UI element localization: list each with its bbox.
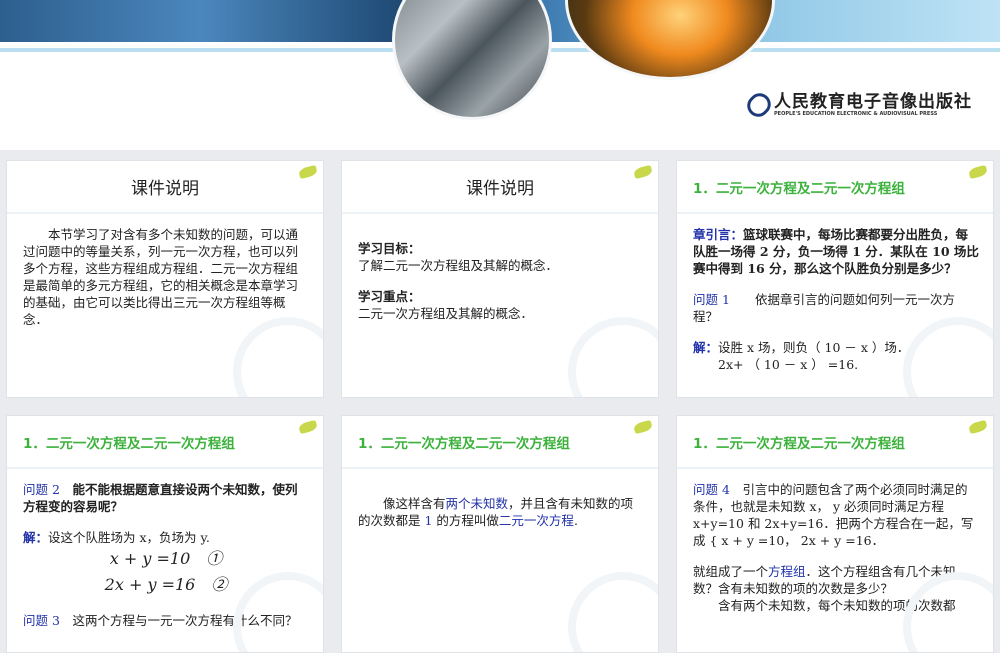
slide-thumbnail-4[interactable]: 1．二元一次方程及二元一次方程组 问题 2 能不能根据题意直接设两个未知数，使列方…: [6, 415, 324, 653]
slide-paragraph: 问题 2 能不能根据题意直接设两个未知数，使列方程变的容易呢？: [23, 481, 309, 515]
slide-thumbnail-3[interactable]: 1．二元一次方程及二元一次方程组章引言：篮球联赛中，每场比赛都要分出胜负，每队胜…: [676, 160, 994, 398]
text-run: 二元一次方程组及其解的概念．: [358, 306, 534, 321]
slide-header: 课件说明: [7, 161, 323, 214]
text-run: 学习重点：: [358, 289, 421, 304]
slide-title: 课件说明: [466, 179, 534, 199]
slide-header: 1．二元一次方程及二元一次方程组: [7, 416, 323, 469]
animation-star-icon: [633, 164, 653, 180]
text-run: 解：: [23, 530, 49, 545]
text-run: 能不能根据题意直接设两个未知数，使列方程变的容易呢？: [23, 482, 298, 514]
text-run: 学习目标：: [358, 241, 421, 256]
watermark-logo-icon: [568, 317, 658, 397]
text-run: 就组成了一个: [693, 564, 769, 579]
slide-paragraph: [693, 549, 979, 563]
slide-paragraph: 解：设这个队胜场为 x，负场为 y.: [23, 529, 309, 546]
slide-body: 像这样含有两个未知数，并且含有未知数的项的次数都是 1 的方程叫做二元一次方程.: [342, 469, 658, 529]
slide-header: 1．二元一次方程及二元一次方程组: [677, 416, 993, 469]
text-run: 问题 1: [693, 292, 730, 307]
text-run: 解：: [693, 340, 719, 355]
watermark-logo-icon: [568, 572, 658, 652]
slide-paragraph: 问题 4 引言中的问题包含了两个必须同时满足的条件，也就是未知数 x， y 必须…: [693, 481, 979, 549]
slide-paragraph: 学习目标：: [358, 240, 644, 257]
watermark-logo-icon: [233, 317, 323, 397]
text-run: 本节学习了对含有多个未知数的问题，可以通过问题中的等量关系，列一元一次方程，也可…: [23, 227, 299, 327]
slide-paragraph: 本节学习了对含有多个未知数的问题，可以通过问题中的等量关系，列一元一次方程，也可…: [23, 226, 309, 328]
text-run: 方程组: [768, 564, 806, 579]
slide-paragraph: 章引言：篮球联赛中，每场比赛都要分出胜负，每队胜一场得 2 分，负一场得 1 分…: [693, 226, 979, 277]
publisher-logo-icon: [742, 88, 776, 122]
slide-paragraph: 像这样含有两个未知数，并且含有未知数的项的次数都是 1 的方程叫做二元一次方程.: [358, 495, 644, 529]
slide-paragraph: [23, 515, 309, 529]
text-run: 章引言：: [693, 227, 744, 242]
slide-body: 本节学习了对含有多个未知数的问题，可以通过问题中的等量关系，列一元一次方程，也可…: [7, 214, 323, 328]
slide-paragraph: [358, 226, 644, 240]
slide-title: 1．二元一次方程及二元一次方程组: [693, 435, 905, 452]
text-run: 问题 4: [693, 482, 730, 497]
slide-header: 课件说明: [342, 161, 658, 214]
slide-paragraph: [358, 274, 644, 288]
slide-paragraph: [693, 277, 979, 291]
text-run: 2x + y =16 ②: [104, 575, 228, 594]
text-run: 2x+ （ 10 － x ） =16.: [718, 357, 859, 372]
text-run: 的方程叫做: [432, 513, 499, 528]
slide-title: 课件说明: [131, 179, 199, 199]
slide-title: 1．二元一次方程及二元一次方程组: [358, 435, 570, 452]
slide-paragraph: x + y =10 ①: [23, 546, 309, 572]
text-run: 设这个队胜场为 x，负场为 y.: [48, 530, 210, 545]
slide-paragraph: 了解二元一次方程组及其解的概念．: [358, 257, 644, 274]
slide-title: 1．二元一次方程及二元一次方程组: [23, 435, 235, 452]
text-run: 像这样含有: [383, 496, 446, 511]
slide-thumbnail-2[interactable]: 课件说明学习目标： 了解二元一次方程组及其解的概念． 学习重点： 二元一次方程组及其解…: [341, 160, 659, 398]
text-run: .: [573, 513, 578, 528]
slide-thumbnail-6[interactable]: 1．二元一次方程及二元一次方程组 问题 4 引言中的问题包含了两个必须同时满足的条…: [676, 415, 994, 653]
text-run: 问题 3: [23, 613, 60, 628]
slide-header: 1．二元一次方程及二元一次方程组: [342, 416, 658, 469]
slide-thumbnail-1[interactable]: 课件说明本节学习了对含有多个未知数的问题，可以通过问题中的等量关系，列一元一次方…: [6, 160, 324, 398]
slide-body: 学习目标： 了解二元一次方程组及其解的概念． 学习重点： 二元一次方程组及其解的概念．: [342, 214, 658, 322]
slide-header: 1．二元一次方程及二元一次方程组: [677, 161, 993, 214]
publisher-logo: 人民教育电子音像出版社 PEOPLE'S EDUCATION ELECTRONI…: [742, 88, 972, 122]
slide-paragraph: 二元一次方程组及其解的概念．: [358, 305, 644, 322]
text-run: 两个未知数: [445, 496, 509, 511]
slide-thumbnail-5[interactable]: 1．二元一次方程及二元一次方程组像这样含有两个未知数，并且含有未知数的项的次数都…: [341, 415, 659, 653]
text-run: 依据章引言的问题如何列一元一次方程？: [693, 292, 955, 324]
animation-star-icon: [968, 164, 988, 180]
slide-paragraph: [358, 481, 644, 495]
highway-photo: [392, 0, 552, 120]
animation-star-icon: [968, 419, 988, 435]
animation-star-icon: [298, 419, 318, 435]
text-run: 了解二元一次方程组及其解的概念．: [358, 258, 559, 273]
text-run: 问题 2: [23, 482, 60, 497]
text-run: 设胜 x 场，则负（ 10 － x ）场．: [718, 340, 910, 355]
publisher-name-cn: 人民教育电子音像出版社: [774, 92, 972, 112]
animation-star-icon: [298, 164, 318, 180]
slide-paragraph: 问题 1 依据章引言的问题如何列一元一次方程？: [693, 291, 979, 325]
text-run: 二元一次方程: [498, 513, 574, 528]
text-run: x + y =10 ①: [109, 549, 223, 568]
rocket-launch-photo: [565, 0, 775, 80]
animation-star-icon: [633, 419, 653, 435]
slide-paragraph: 学习重点：: [358, 288, 644, 305]
title-banner: 人民教育电子音像出版社 PEOPLE'S EDUCATION ELECTRONI…: [0, 0, 1000, 150]
slide-title: 1．二元一次方程及二元一次方程组: [693, 180, 905, 197]
text-run: 引言中的问题包含了两个必须同时满足的条件，也就是未知数 x， y 必须同时满足方…: [693, 482, 974, 548]
